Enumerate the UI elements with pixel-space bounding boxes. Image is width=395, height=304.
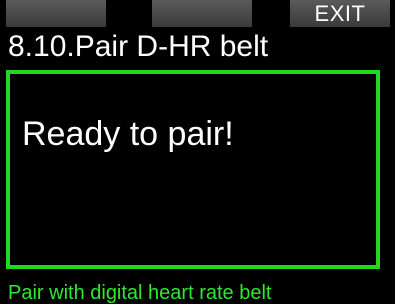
pairing-panel: Ready to pair! [6, 70, 380, 269]
status-text: Pair with digital heart rate belt [8, 282, 272, 304]
exit-button[interactable]: EXIT [290, 0, 390, 27]
pairing-message: Ready to pair! [22, 115, 234, 153]
middle-softkey-button[interactable] [152, 0, 252, 27]
page-title: 8.10.Pair D-HR belt [8, 30, 269, 63]
left-softkey-button[interactable] [6, 0, 106, 27]
